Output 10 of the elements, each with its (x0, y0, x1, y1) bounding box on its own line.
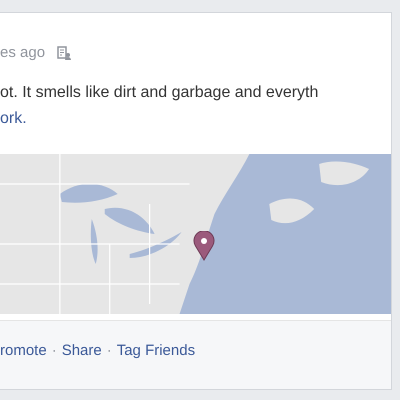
post-text: ot. It smells like dirt and garbage and everyth (0, 83, 320, 103)
audience-icon (57, 46, 72, 60)
timestamp: es ago (0, 42, 46, 63)
action-link[interactable]: Tag Friends (116, 340, 196, 362)
separator-dot: · (52, 340, 57, 361)
separator-dot: · (106, 340, 112, 361)
action-link[interactable]: romote (0, 340, 47, 362)
place-link[interactable]: ork. (0, 110, 27, 127)
action-link[interactable]: Share (62, 340, 102, 362)
location-pin-icon (193, 231, 215, 261)
